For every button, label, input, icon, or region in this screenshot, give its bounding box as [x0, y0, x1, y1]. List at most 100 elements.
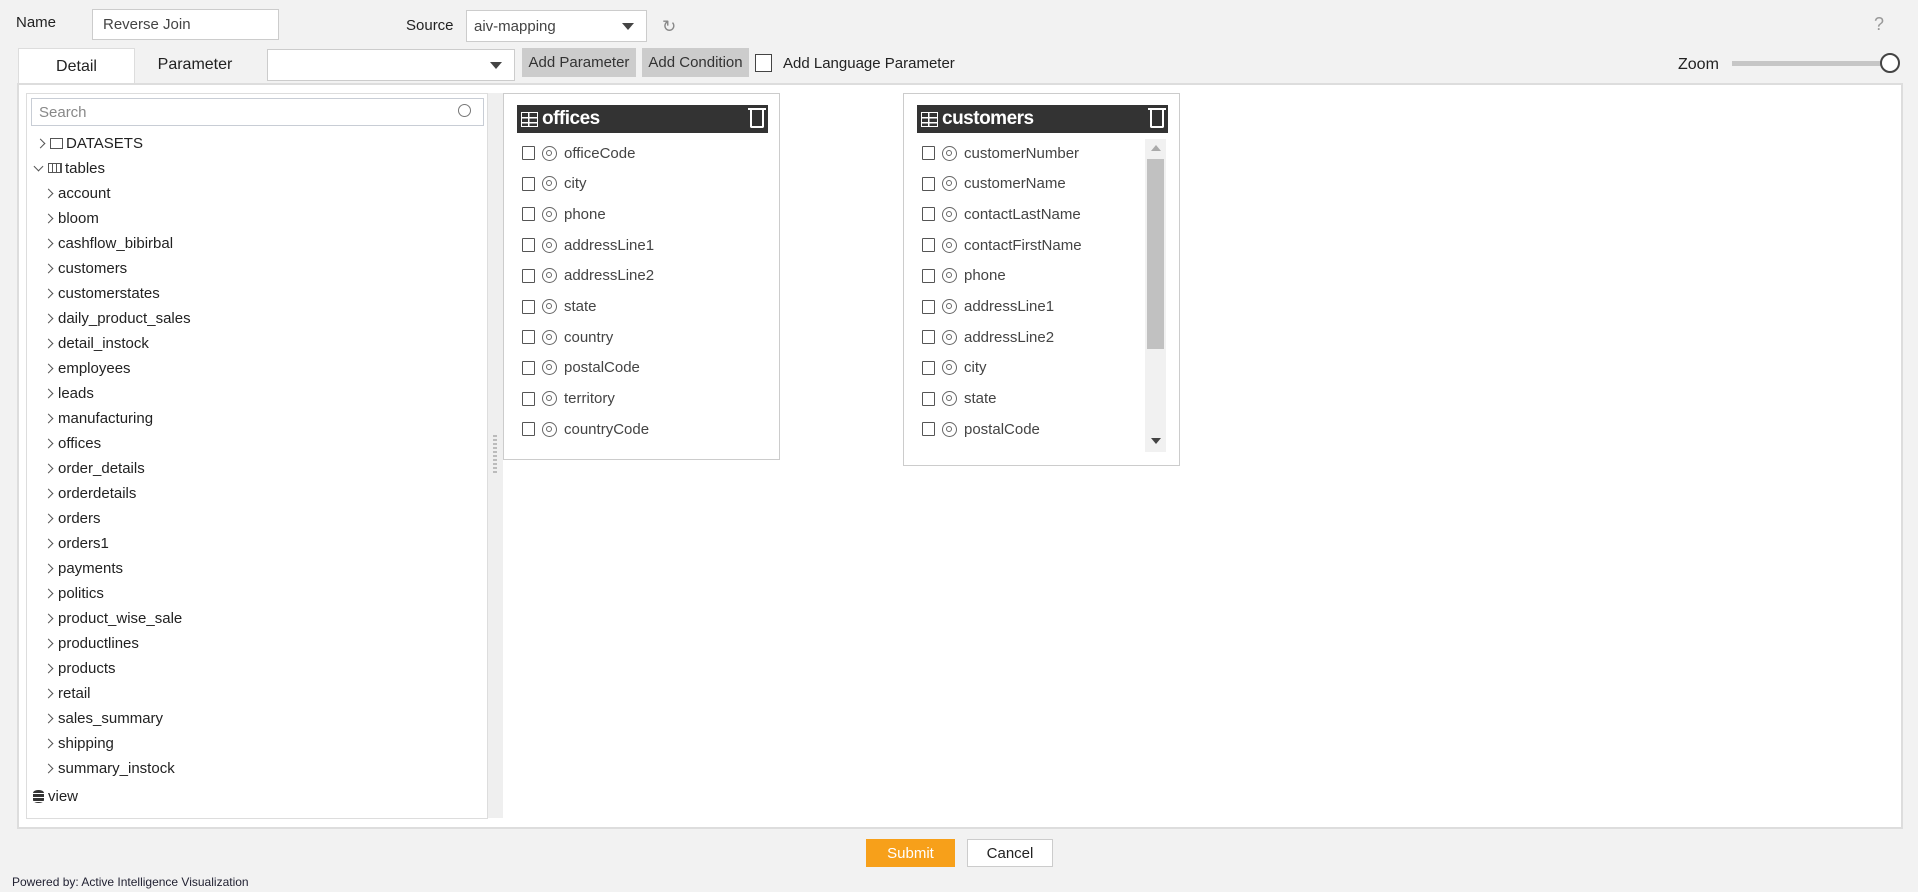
field-row[interactable]: city: [522, 173, 587, 195]
eye-icon[interactable]: [942, 268, 957, 284]
tree-item-table[interactable]: orders: [43, 507, 101, 529]
eye-icon[interactable]: [542, 268, 557, 284]
search-input[interactable]: Search: [31, 98, 484, 126]
field-checkbox[interactable]: [522, 330, 535, 345]
field-row[interactable]: phone: [522, 203, 606, 225]
scrollbar[interactable]: [1145, 139, 1166, 452]
scroll-up-icon[interactable]: [1151, 145, 1161, 151]
field-checkbox[interactable]: [922, 268, 935, 283]
tree-item-table[interactable]: politics: [43, 582, 104, 604]
scroll-down-icon[interactable]: [1151, 438, 1161, 444]
splitter-handle[interactable]: [488, 93, 503, 818]
field-checkbox[interactable]: [522, 422, 535, 437]
field-row[interactable]: addressLine1: [522, 234, 654, 256]
field-checkbox[interactable]: [922, 207, 935, 222]
field-row[interactable]: officeCode: [522, 142, 635, 164]
tree-item-table[interactable]: summary_instock: [43, 757, 175, 779]
field-row[interactable]: country: [522, 326, 613, 348]
field-checkbox[interactable]: [922, 360, 935, 375]
field-checkbox[interactable]: [522, 238, 535, 253]
field-row[interactable]: contactFirstName: [922, 234, 1082, 256]
tree-item-table[interactable]: offices: [43, 432, 101, 454]
tree-item-table[interactable]: bloom: [43, 207, 99, 229]
tree-item-table[interactable]: orderdetails: [43, 482, 136, 504]
field-row[interactable]: state: [522, 296, 597, 318]
field-checkbox[interactable]: [522, 360, 535, 375]
source-select[interactable]: aiv-mapping: [466, 10, 647, 42]
field-checkbox[interactable]: [522, 268, 535, 283]
trash-icon[interactable]: [1148, 108, 1166, 128]
tree-item-view[interactable]: view: [33, 785, 78, 807]
table-box-customers[interactable]: customers customerNumber customerName cont…: [903, 93, 1180, 466]
tree-item-table[interactable]: daily_product_sales: [43, 307, 191, 329]
zoom-slider-thumb[interactable]: [1880, 53, 1900, 73]
tree-item-table[interactable]: leads: [43, 382, 94, 404]
field-checkbox[interactable]: [922, 176, 935, 191]
field-row[interactable]: phone: [922, 265, 1006, 287]
field-checkbox[interactable]: [922, 422, 935, 437]
field-row[interactable]: state: [922, 388, 997, 410]
eye-icon[interactable]: [942, 176, 957, 192]
eye-icon[interactable]: [942, 391, 957, 407]
parameter-select[interactable]: [267, 49, 515, 81]
tree-item-table[interactable]: cashflow_bibirbal: [43, 232, 173, 254]
eye-icon[interactable]: [942, 206, 957, 222]
refresh-icon[interactable]: ↻: [662, 17, 676, 37]
tab-parameter[interactable]: Parameter: [135, 48, 255, 82]
field-checkbox[interactable]: [522, 146, 535, 160]
field-row[interactable]: customerNumber: [922, 142, 1079, 164]
scrollbar-thumb[interactable]: [1147, 159, 1164, 349]
help-icon[interactable]: ?: [1874, 14, 1884, 35]
tree-item-table[interactable]: orders1: [43, 532, 109, 554]
tree-item-table[interactable]: product_wise_sale: [43, 607, 182, 629]
tree-item-table[interactable]: employees: [43, 357, 131, 379]
tab-detail[interactable]: Detail: [18, 48, 135, 84]
eye-icon[interactable]: [542, 329, 557, 345]
field-row[interactable]: city: [922, 357, 987, 379]
field-checkbox[interactable]: [922, 391, 935, 406]
field-checkbox[interactable]: [522, 391, 535, 406]
trash-icon[interactable]: [748, 108, 766, 128]
eye-icon[interactable]: [542, 176, 557, 192]
eye-icon[interactable]: [942, 237, 957, 253]
eye-icon[interactable]: [542, 421, 557, 437]
table-box-offices[interactable]: offices officeCode city phone addressLine1 a…: [503, 93, 780, 460]
eye-icon[interactable]: [542, 145, 557, 161]
submit-button[interactable]: Submit: [866, 839, 955, 867]
field-row[interactable]: territory: [522, 388, 615, 410]
eye-icon[interactable]: [942, 329, 957, 345]
field-checkbox[interactable]: [522, 176, 535, 191]
field-row[interactable]: addressLine1: [922, 296, 1054, 318]
field-row[interactable]: postalCode: [922, 418, 1040, 440]
field-checkbox[interactable]: [922, 238, 935, 253]
eye-icon[interactable]: [542, 360, 557, 376]
tree-item-table[interactable]: payments: [43, 557, 123, 579]
field-row[interactable]: customerName: [922, 173, 1066, 195]
field-checkbox[interactable]: [522, 299, 535, 314]
box-header[interactable]: customers: [917, 105, 1168, 133]
eye-icon[interactable]: [942, 299, 957, 314]
tree-item-table[interactable]: customerstates: [43, 282, 160, 304]
tree-item-table[interactable]: manufacturing: [43, 407, 153, 429]
field-row[interactable]: addressLine2: [522, 265, 654, 287]
tree-item-table[interactable]: shipping: [43, 732, 114, 754]
eye-icon[interactable]: [542, 206, 557, 222]
eye-icon[interactable]: [942, 360, 957, 376]
field-row[interactable]: contactLastName: [922, 203, 1081, 225]
field-checkbox[interactable]: [522, 207, 535, 222]
name-input[interactable]: Reverse Join: [92, 9, 279, 40]
tree-item-table[interactable]: detail_instock: [43, 332, 149, 354]
tree-item-table[interactable]: customers: [43, 257, 127, 279]
tree-item-table[interactable]: order_details: [43, 457, 145, 479]
eye-icon[interactable]: [542, 237, 557, 253]
field-checkbox[interactable]: [922, 299, 935, 314]
add-language-checkbox[interactable]: [755, 54, 772, 72]
tree-item-table[interactable]: sales_summary: [43, 707, 163, 729]
eye-icon[interactable]: [942, 421, 957, 437]
field-row[interactable]: addressLine2: [922, 326, 1054, 348]
cancel-button[interactable]: Cancel: [967, 839, 1053, 867]
tree-item-tables[interactable]: tables: [33, 157, 105, 179]
eye-icon[interactable]: [542, 391, 557, 407]
zoom-slider[interactable]: [1732, 61, 1892, 66]
tree-item-table[interactable]: retail: [43, 682, 91, 704]
